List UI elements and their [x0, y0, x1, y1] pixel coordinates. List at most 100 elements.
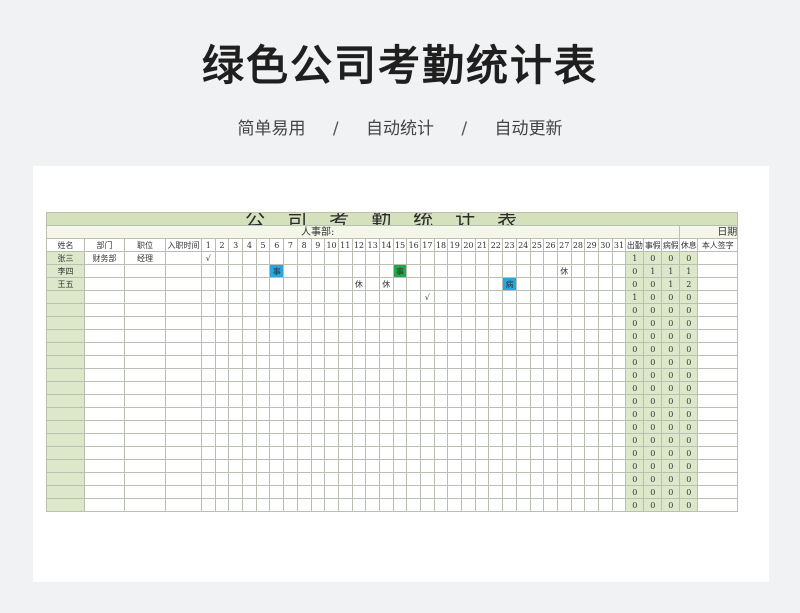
cell-day[interactable]: [611, 277, 627, 291]
cell-day[interactable]: [310, 251, 326, 265]
cell-day[interactable]: [365, 277, 380, 291]
cell-hire-date[interactable]: [165, 394, 202, 408]
cell-summary[interactable]: 1: [661, 277, 681, 291]
cell-day[interactable]: [283, 316, 298, 330]
cell-day[interactable]: [474, 433, 490, 447]
cell-day[interactable]: [324, 498, 339, 512]
cell-day[interactable]: [570, 472, 586, 486]
cell-day[interactable]: [406, 264, 421, 278]
cell-day[interactable]: [420, 433, 435, 447]
cell-day[interactable]: [296, 290, 312, 304]
cell-day[interactable]: [201, 498, 216, 512]
cell-day[interactable]: [201, 303, 216, 317]
cell-day[interactable]: [447, 498, 463, 512]
cell-position[interactable]: [124, 316, 166, 330]
cell-day[interactable]: [392, 394, 408, 408]
cell-day[interactable]: [310, 316, 326, 330]
cell-summary[interactable]: 0: [679, 381, 699, 395]
cell-hire-date[interactable]: [165, 485, 202, 499]
cell-day[interactable]: [556, 381, 572, 395]
cell-summary[interactable]: 0: [661, 407, 681, 421]
cell-day[interactable]: [597, 290, 613, 304]
cell-day[interactable]: [365, 329, 380, 343]
cell-day[interactable]: [543, 303, 558, 317]
cell-day[interactable]: [201, 290, 216, 304]
cell-day[interactable]: [351, 316, 367, 330]
cell-summary[interactable]: 0: [625, 316, 645, 330]
cell-day[interactable]: [242, 342, 257, 356]
cell-name[interactable]: [46, 498, 85, 512]
cell-day[interactable]: [378, 459, 394, 473]
cell-day[interactable]: [283, 485, 298, 499]
cell-day[interactable]: [584, 394, 599, 408]
cell-day[interactable]: [543, 459, 558, 473]
cell-summary[interactable]: 0: [643, 329, 663, 343]
cell-day[interactable]: [529, 329, 545, 343]
cell-day[interactable]: [351, 394, 367, 408]
cell-day[interactable]: [392, 472, 408, 486]
cell-day[interactable]: [365, 472, 380, 486]
cell-day[interactable]: [611, 498, 627, 512]
cell-day[interactable]: [269, 342, 285, 356]
cell-day[interactable]: [447, 251, 463, 265]
cell-day[interactable]: [474, 459, 490, 473]
cell-day[interactable]: [543, 290, 558, 304]
cell-day[interactable]: [351, 303, 367, 317]
cell-hire-date[interactable]: [165, 329, 202, 343]
cell-day[interactable]: [420, 251, 435, 265]
cell-day[interactable]: [515, 485, 531, 499]
cell-summary[interactable]: 0: [643, 251, 663, 265]
cell-day[interactable]: [337, 251, 353, 265]
cell-dept[interactable]: [84, 329, 125, 343]
cell-dept[interactable]: [84, 290, 125, 304]
cell-day[interactable]: [420, 368, 435, 382]
cell-day[interactable]: [242, 472, 257, 486]
cell-day[interactable]: [433, 303, 449, 317]
cell-day[interactable]: [543, 264, 558, 278]
cell-day[interactable]: [201, 342, 216, 356]
cell-day[interactable]: [337, 394, 353, 408]
cell-day[interactable]: [392, 420, 408, 434]
cell-name[interactable]: [46, 394, 85, 408]
cell-summary[interactable]: 0: [625, 446, 645, 460]
cell-day[interactable]: [337, 381, 353, 395]
cell-day[interactable]: [378, 485, 394, 499]
cell-day[interactable]: [214, 394, 230, 408]
cell-day[interactable]: [242, 498, 257, 512]
header-summary[interactable]: 病假: [661, 238, 681, 252]
cell-day[interactable]: [201, 329, 216, 343]
cell-day[interactable]: [255, 251, 271, 265]
cell-day[interactable]: [543, 368, 558, 382]
cell-day[interactable]: [255, 446, 271, 460]
cell-day[interactable]: [556, 498, 572, 512]
header-day[interactable]: 21: [474, 238, 490, 252]
cell-summary[interactable]: 0: [661, 446, 681, 460]
cell-summary[interactable]: 0: [661, 381, 681, 395]
cell-day[interactable]: [392, 368, 408, 382]
cell-name[interactable]: 张三: [46, 251, 85, 265]
cell-signature[interactable]: [697, 485, 739, 499]
cell-position[interactable]: [124, 264, 166, 278]
cell-summary[interactable]: 0: [661, 290, 681, 304]
cell-day[interactable]: [283, 407, 298, 421]
cell-day[interactable]: [474, 420, 490, 434]
cell-day[interactable]: [611, 329, 627, 343]
cell-day[interactable]: [392, 498, 408, 512]
cell-dept[interactable]: [84, 433, 125, 447]
cell-position[interactable]: [124, 446, 166, 460]
cell-day[interactable]: [515, 342, 531, 356]
cell-summary[interactable]: 0: [643, 381, 663, 395]
cell-day[interactable]: [214, 446, 230, 460]
cell-day[interactable]: [584, 446, 599, 460]
cell-day[interactable]: [228, 394, 244, 408]
cell-summary[interactable]: 0: [643, 277, 663, 291]
cell-day[interactable]: [584, 316, 599, 330]
cell-day[interactable]: [474, 251, 490, 265]
cell-day[interactable]: [365, 485, 380, 499]
cell-day[interactable]: [433, 251, 449, 265]
cell-day[interactable]: [214, 277, 230, 291]
cell-hire-date[interactable]: [165, 277, 202, 291]
cell-day[interactable]: [584, 342, 599, 356]
cell-day[interactable]: [515, 303, 531, 317]
cell-summary[interactable]: 0: [679, 303, 699, 317]
